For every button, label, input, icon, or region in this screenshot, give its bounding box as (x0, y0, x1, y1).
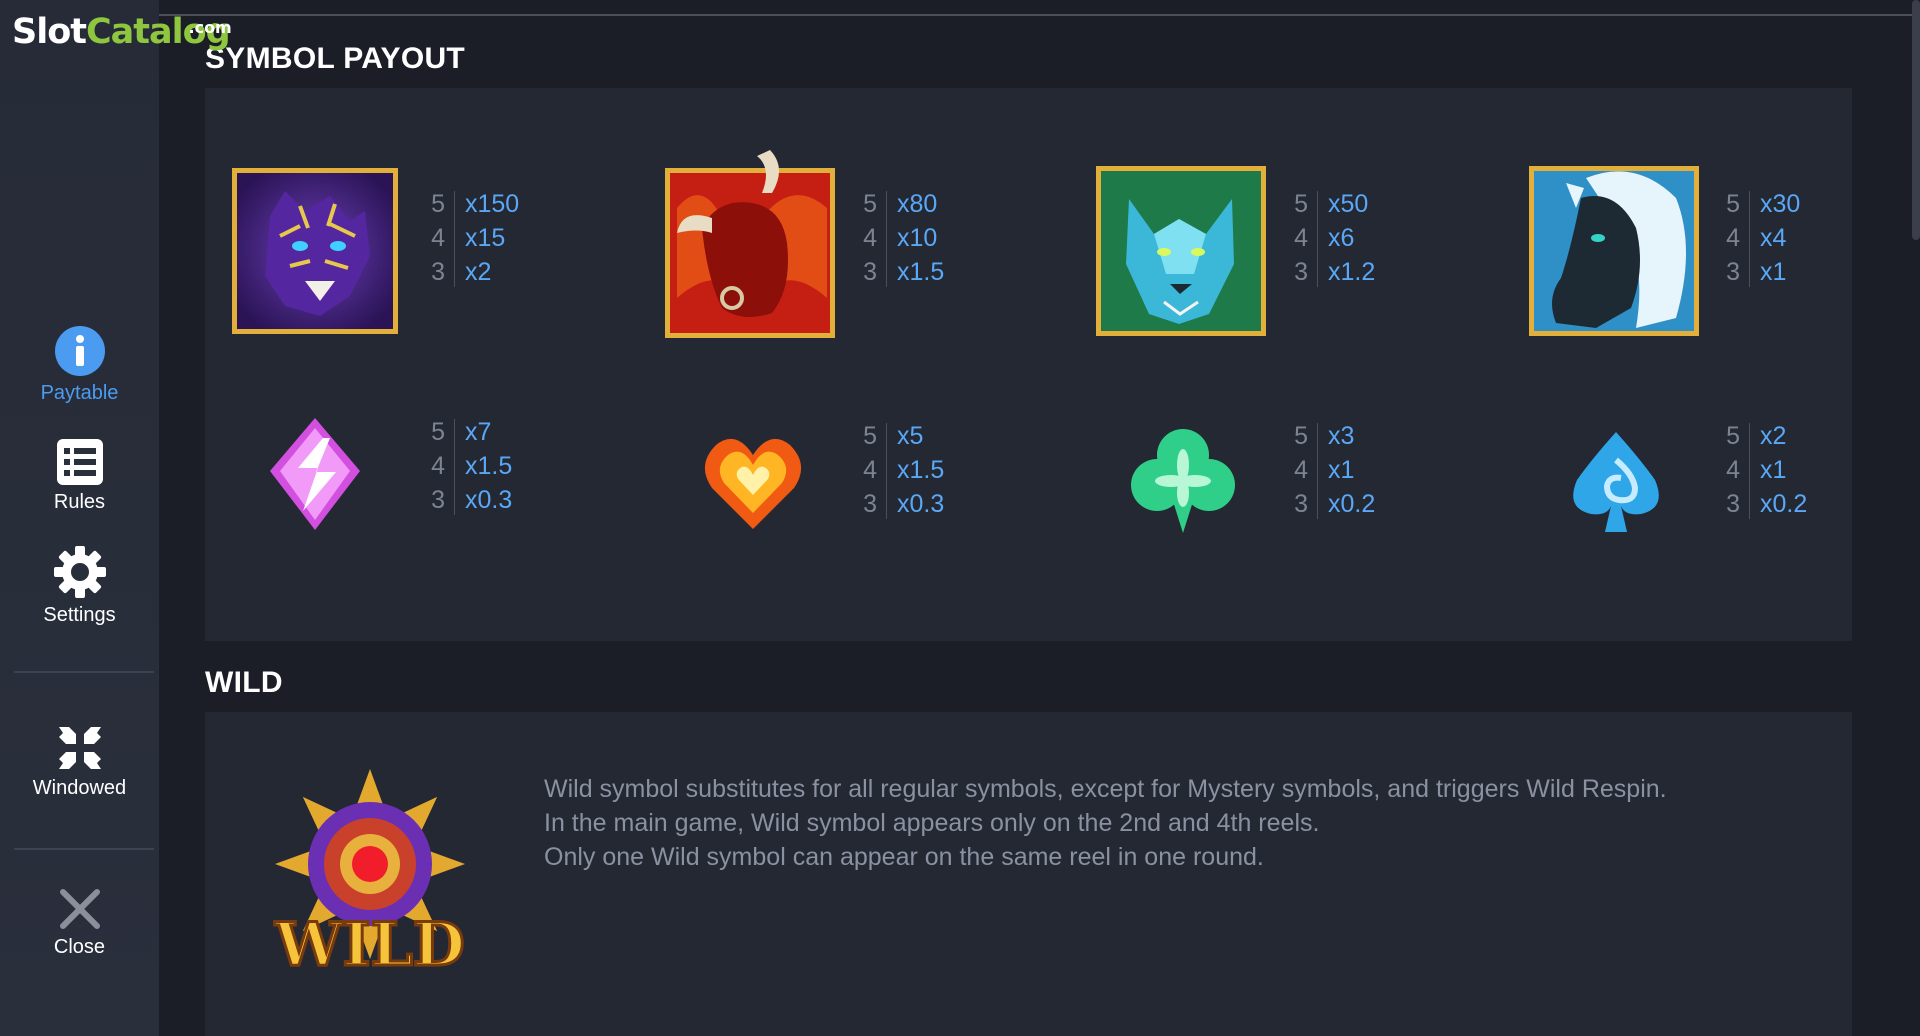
nav-rules-label: Rules (53, 491, 106, 513)
section-title-wild: WILD (205, 666, 283, 699)
site-logo: SlotCatalog .com (12, 12, 232, 52)
nav-rules[interactable]: Rules (0, 439, 159, 514)
wild-description-line: In the main game, Wild symbol appears on… (544, 809, 1320, 837)
top-divider (159, 14, 1920, 16)
divider (14, 671, 154, 673)
info-icon (54, 326, 105, 376)
wild-description: Wild symbol substitutes for all regular … (544, 772, 1844, 874)
close-label: Close (53, 936, 106, 958)
divider (14, 848, 154, 850)
nav-settings-label: Settings (43, 604, 116, 626)
wild-description-line: Only one Wild symbol can appear on the s… (544, 843, 1264, 871)
bull-symbol-icon (665, 150, 835, 338)
symbol-payout-panel: 543 x150 x15 x2 543 x80 x10 x1.5 543 x50 x6 x1… (205, 88, 1852, 641)
list-icon (56, 439, 103, 485)
scrollbar[interactable] (1912, 0, 1920, 240)
nav-paytable[interactable]: Paytable (0, 326, 159, 405)
lightning-symbol-icon (270, 418, 360, 530)
club-symbol-icon (1131, 429, 1235, 533)
gear-icon (53, 546, 106, 598)
wild-panel: WILD Wild symbol substitutes for all reg… (205, 712, 1852, 1036)
nav-paytable-label: Paytable (40, 382, 119, 404)
nav-windowed-label: Windowed (32, 777, 127, 799)
close-button[interactable]: Close (0, 888, 159, 959)
svg-text:WILD: WILD (274, 910, 465, 979)
sidebar: Paytable Rules Settings Windowed Close (0, 0, 159, 1036)
spade-symbol-icon (1573, 432, 1659, 532)
wild-symbol-icon: WILD (273, 769, 466, 979)
collapse-icon (58, 727, 101, 769)
nav-settings[interactable]: Settings (0, 546, 159, 627)
horse-symbol-icon (1529, 166, 1699, 336)
wolf-symbol-icon (1096, 166, 1266, 336)
tiger-symbol-icon (232, 168, 398, 334)
nav-windowed[interactable]: Windowed (0, 725, 159, 800)
wild-description-line: Wild symbol substitutes for all regular … (544, 775, 1667, 803)
heart-symbol-icon (704, 438, 802, 529)
section-title-symbol-payout: SYMBOL PAYOUT (205, 42, 466, 75)
close-icon (59, 889, 100, 929)
